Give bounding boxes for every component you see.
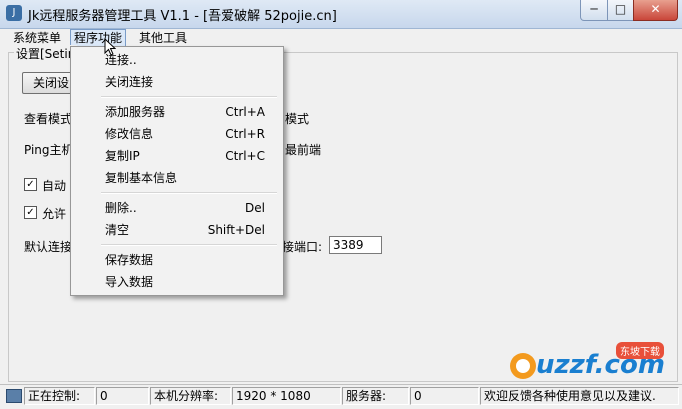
menu-item-label: 复制IP bbox=[105, 149, 140, 163]
menu-item-label: 复制基本信息 bbox=[105, 171, 178, 185]
menu-item-clear[interactable]: 清空 Shift+Del bbox=[71, 220, 283, 240]
menu-item-copy-basic-info[interactable]: 复制基本信息 bbox=[71, 168, 283, 188]
menu-item-delete[interactable]: 删除.. Del bbox=[71, 198, 283, 218]
menu-program-functions[interactable]: 程序功能 bbox=[70, 29, 127, 47]
program-functions-menu: 连接.. 关闭连接 添加服务器 Ctrl+A 修改信息 Ctrl+R 复制IP … bbox=[70, 46, 284, 296]
auto-label: 自动 bbox=[42, 179, 67, 193]
close-button[interactable]: ✕ bbox=[633, 0, 678, 21]
menu-item-label: 修改信息 bbox=[105, 127, 154, 141]
maximize-button[interactable]: □ bbox=[607, 0, 634, 21]
menu-system[interactable]: 系统菜单 bbox=[10, 30, 64, 46]
topmost-label: 最前端 bbox=[285, 143, 322, 157]
allow-label: 允许 bbox=[42, 207, 67, 221]
view-mode-label: 查看模式 bbox=[24, 112, 73, 126]
window-title: Jk远程服务器管理工具 V1.1 - [吾爱破解 52pojie.cn] bbox=[28, 9, 337, 24]
menu-separator bbox=[101, 244, 277, 246]
status-server-value: 0 bbox=[410, 387, 479, 405]
menu-item-shortcut: Del bbox=[245, 201, 265, 215]
status-controlling-value: 0 bbox=[96, 387, 149, 405]
menu-item-label: 关闭连接 bbox=[105, 75, 154, 89]
menu-separator bbox=[101, 96, 277, 98]
menu-item-shortcut: Ctrl+R bbox=[225, 127, 265, 141]
port-label: 接端口: bbox=[282, 240, 323, 254]
watermark-logo-icon bbox=[510, 353, 536, 379]
menu-item-label: 添加服务器 bbox=[105, 105, 166, 119]
ping-host-label: Ping主机 bbox=[24, 143, 74, 157]
menu-item-label: 删除.. bbox=[105, 201, 137, 215]
menu-item-label: 导入数据 bbox=[105, 275, 154, 289]
menu-item-label: 清空 bbox=[105, 223, 130, 237]
auto-checkbox[interactable]: ✓ bbox=[24, 178, 37, 191]
menu-item-connect[interactable]: 连接.. bbox=[71, 50, 283, 70]
default-connection-label: 默认连接 bbox=[24, 240, 73, 254]
status-resolution-label: 本机分辨率: bbox=[150, 387, 231, 405]
menu-item-shortcut: Shift+Del bbox=[207, 223, 265, 237]
status-bar: 正在控制: 0 本机分辨率: 1920 * 1080 服务器: 0 欢迎反馈各种… bbox=[0, 384, 682, 409]
view-mode-option-label: 模式 bbox=[285, 112, 310, 126]
menu-item-shortcut: Ctrl+C bbox=[225, 149, 265, 163]
status-welcome-message: 欢迎反馈各种使用意见以及建议. bbox=[480, 387, 679, 405]
watermark: uzzf.com 东坡下载 bbox=[508, 342, 678, 384]
menu-separator bbox=[101, 192, 277, 194]
menu-bar: 系统菜单 程序功能 其他工具 bbox=[0, 29, 682, 47]
menu-item-shortcut: Ctrl+A bbox=[225, 105, 265, 119]
status-resolution-value: 1920 * 1080 bbox=[232, 387, 341, 405]
menu-other-tools[interactable]: 其他工具 bbox=[136, 30, 190, 46]
menu-item-import-data[interactable]: 导入数据 bbox=[71, 272, 283, 292]
menu-item-add-server[interactable]: 添加服务器 Ctrl+A bbox=[71, 102, 283, 122]
settings-group-title: 设置[Setin bbox=[14, 45, 78, 62]
menu-item-label: 保存数据 bbox=[105, 253, 154, 267]
menu-item-copy-ip[interactable]: 复制IP Ctrl+C bbox=[71, 146, 283, 166]
menu-item-close-connection[interactable]: 关闭连接 bbox=[71, 72, 283, 92]
mouse-cursor-icon bbox=[104, 38, 116, 56]
app-icon: J bbox=[6, 5, 22, 21]
menu-item-edit-info[interactable]: 修改信息 Ctrl+R bbox=[71, 124, 283, 144]
title-bar: J Jk远程服务器管理工具 V1.1 - [吾爱破解 52pojie.cn] ─… bbox=[0, 0, 682, 29]
status-controlling-label: 正在控制: bbox=[24, 387, 95, 405]
port-input[interactable]: 3389 bbox=[329, 236, 382, 254]
allow-checkbox[interactable]: ✓ bbox=[24, 206, 37, 219]
minimize-button[interactable]: ─ bbox=[580, 0, 608, 21]
menu-item-save-data[interactable]: 保存数据 bbox=[71, 250, 283, 270]
status-monitor-icon bbox=[6, 389, 22, 403]
watermark-tag: 东坡下载 bbox=[616, 342, 664, 359]
status-server-label: 服务器: bbox=[342, 387, 409, 405]
